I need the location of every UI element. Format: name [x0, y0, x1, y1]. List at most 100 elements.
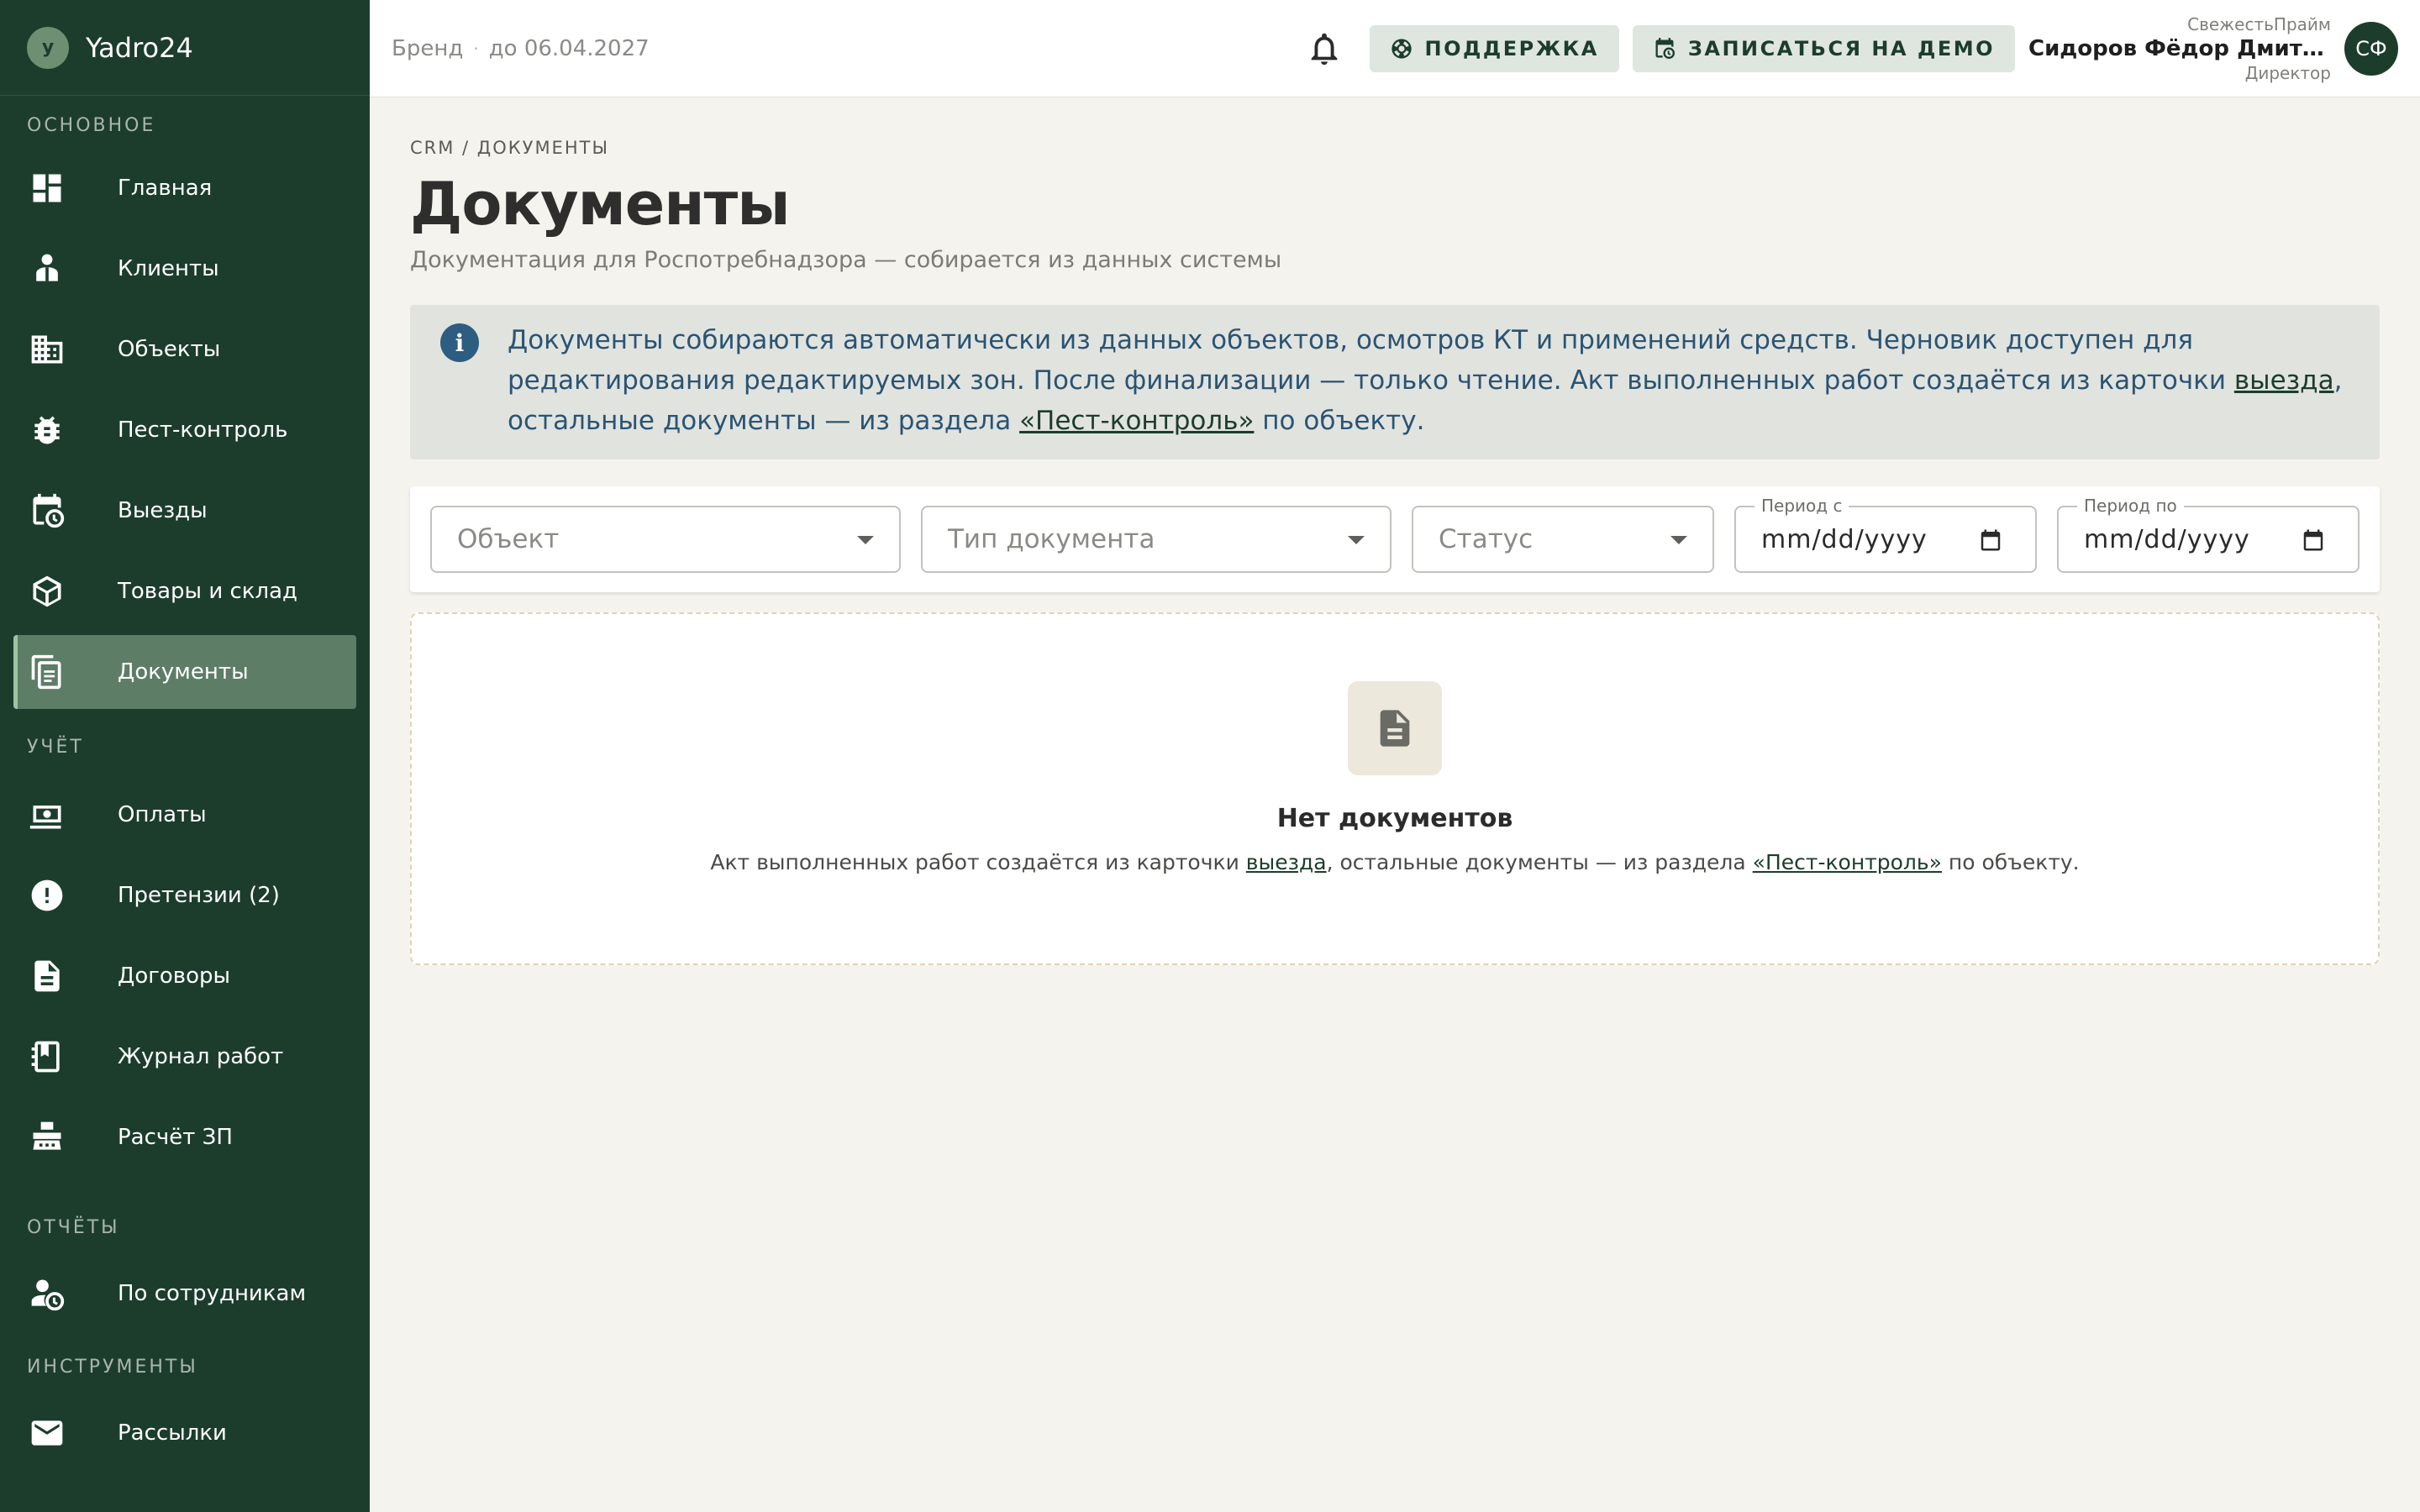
header-brand-label: Бренд — [392, 35, 464, 61]
clients-icon — [29, 250, 66, 287]
cash-icon — [29, 796, 66, 833]
book-demo-button-label: ЗАПИСАТЬСЯ НА ДЕМО — [1687, 36, 1995, 60]
bug-icon — [29, 412, 66, 449]
user-role: Директор — [2244, 62, 2331, 83]
info-text-part: по объекту. — [1254, 406, 1425, 436]
chevron-down-icon — [857, 536, 874, 544]
sidebar-item-label: По сотрудникам — [118, 1281, 307, 1306]
breadcrumb[interactable]: CRM / ДОКУМЕНТЫ — [410, 138, 2380, 158]
sidebar-item-objects[interactable]: Объекты — [13, 312, 356, 386]
sidebar-item-label: Рассылки — [118, 1420, 227, 1446]
avatar[interactable]: СФ — [2344, 21, 2398, 76]
sidebar-item-label: Расчёт ЗП — [118, 1125, 233, 1150]
info-banner-text: Документы собираются автоматически из да… — [508, 320, 2360, 459]
documents-icon — [29, 654, 66, 690]
calendar-icon[interactable] — [2301, 528, 2326, 553]
object-select-placeholder: Объект — [457, 524, 560, 554]
main-content: CRM / ДОКУМЕНТЫ Документы Документация д… — [410, 97, 2380, 965]
sidebar-item-label: Объекты — [118, 337, 221, 362]
status-select[interactable]: Статус — [1412, 506, 1714, 573]
sidebar-item-label: Претензии (2) — [118, 883, 280, 908]
sidebar-item-contracts[interactable]: Договоры — [13, 939, 356, 1013]
calendar-clock-icon — [1655, 37, 1675, 59]
sidebar-item-mailings[interactable]: Рассылки — [13, 1396, 356, 1470]
period-from-value: mm/dd/yyyy — [1761, 524, 1928, 554]
notifications-bell-icon[interactable] — [1304, 29, 1344, 69]
chevron-down-icon — [1670, 536, 1687, 544]
journal-icon — [29, 1038, 66, 1075]
sidebar-item-visits[interactable]: Выезды — [13, 474, 356, 548]
brand-logo: y — [27, 26, 69, 69]
sidebar-item-by-employees[interactable]: По сотрудникам — [13, 1257, 356, 1331]
sidebar-section-main: ОСНОВНОЕ — [27, 115, 156, 136]
sidebar-item-goods[interactable]: Товары и склад — [13, 554, 356, 628]
calendar-icon[interactable] — [1978, 528, 2003, 553]
sidebar-item-journal[interactable]: Журнал работ — [13, 1020, 356, 1094]
sidebar-item-salary[interactable]: Расчёт ЗП — [13, 1100, 356, 1174]
brand[interactable]: y Yadro24 — [0, 0, 370, 96]
sidebar-item-label: Оплаты — [118, 802, 207, 827]
status-select-placeholder: Статус — [1439, 524, 1534, 554]
page-title: Документы — [410, 170, 791, 239]
empty-state-title: Нет документов — [1276, 804, 1513, 833]
sidebar-item-claims[interactable]: Претензии (2) — [13, 858, 356, 932]
support-button-label: ПОДДЕРЖКА — [1424, 36, 1599, 60]
period-to-value: mm/dd/yyyy — [2084, 524, 2250, 554]
filters-bar: Объект Тип документа Статус Период с mm/… — [410, 486, 2380, 592]
sidebar-item-payments[interactable]: Оплаты — [13, 778, 356, 852]
package-icon — [29, 573, 66, 610]
calendar-clock-icon — [29, 492, 66, 529]
sidebar: y Yadro24 ОСНОВНОЕ Главная Клиенты Объек… — [0, 0, 370, 1512]
sidebar-item-label: Главная — [118, 176, 213, 201]
alert-icon — [29, 877, 66, 914]
chevron-down-icon — [1348, 536, 1365, 544]
sidebar-section-reports: ОТЧЁТЫ — [27, 1217, 120, 1238]
empty-text-part: Акт выполненных работ создаётся из карто… — [710, 850, 1246, 874]
sidebar-item-documents[interactable]: Документы — [13, 635, 356, 709]
building-icon — [29, 331, 66, 368]
user-menu[interactable]: СвежестьПрайм Сидоров Фёдор Дмитриевич Д… — [2028, 14, 2331, 83]
sidebar-item-label: Пест-контроль — [118, 417, 288, 443]
header-separator: · — [473, 38, 479, 59]
header-license-date: до 06.04.2027 — [488, 35, 650, 61]
cash-register-icon — [29, 1119, 66, 1156]
empty-state: Нет документов Акт выполненных работ соз… — [410, 612, 2380, 965]
period-from-label: Период с — [1754, 496, 1849, 516]
sidebar-item-label: Договоры — [118, 963, 231, 989]
document-icon — [1348, 681, 1442, 775]
page-subtitle: Документация для Роспотребнадзора — соби… — [410, 247, 1282, 273]
sidebar-item-pest-control[interactable]: Пест-контроль — [13, 393, 356, 467]
period-to-date-input[interactable]: Период по mm/dd/yyyy — [2057, 496, 2360, 573]
user-name: Сидоров Фёдор Дмитриевич — [2028, 35, 2331, 61]
support-button[interactable]: ПОДДЕРЖКА — [1369, 24, 1619, 72]
pest-control-link[interactable]: «Пест-контроль» — [1019, 406, 1254, 436]
sidebar-section-tools: ИНСТРУМЕНТЫ — [27, 1357, 198, 1378]
lifebuoy-icon — [1391, 38, 1412, 59]
pest-control-link[interactable]: «Пест-контроль» — [1753, 850, 1942, 874]
visit-link[interactable]: выезда — [1246, 850, 1327, 874]
sidebar-item-home[interactable]: Главная — [13, 151, 356, 225]
top-header: Бренд · до 06.04.2027 ПОДДЕРЖКА ЗАПИСАТЬ… — [370, 0, 2420, 97]
info-text-part: Документы собираются автоматически из да… — [508, 325, 2234, 396]
mail-icon — [29, 1415, 66, 1452]
period-from-date-input[interactable]: Период с mm/dd/yyyy — [1734, 496, 2037, 573]
visit-link[interactable]: выезда — [2234, 365, 2334, 396]
user-company: СвежестьПрайм — [2187, 13, 2331, 34]
sidebar-item-label: Клиенты — [118, 256, 219, 281]
sidebar-item-label: Товары и склад — [118, 579, 298, 604]
contract-icon — [29, 958, 66, 995]
sidebar-item-label: Документы — [118, 659, 249, 685]
period-to-label: Период по — [2077, 496, 2184, 516]
sidebar-item-label: Журнал работ — [118, 1044, 284, 1069]
object-select[interactable]: Объект — [430, 506, 901, 573]
info-banner: i Документы собираются автоматически из … — [410, 305, 2380, 459]
doc-type-select-placeholder: Тип документа — [948, 524, 1155, 554]
doc-type-select[interactable]: Тип документа — [921, 506, 1392, 573]
book-demo-button[interactable]: ЗАПИСАТЬСЯ НА ДЕМО — [1632, 24, 2015, 72]
empty-state-text: Акт выполненных работ создаётся из карто… — [710, 850, 2079, 874]
empty-text-part: по объекту. — [1941, 850, 2080, 874]
user-clock-icon — [29, 1275, 66, 1312]
sidebar-item-clients[interactable]: Клиенты — [13, 232, 356, 306]
brand-name: Yadro24 — [86, 31, 193, 64]
dashboard-icon — [29, 170, 66, 207]
